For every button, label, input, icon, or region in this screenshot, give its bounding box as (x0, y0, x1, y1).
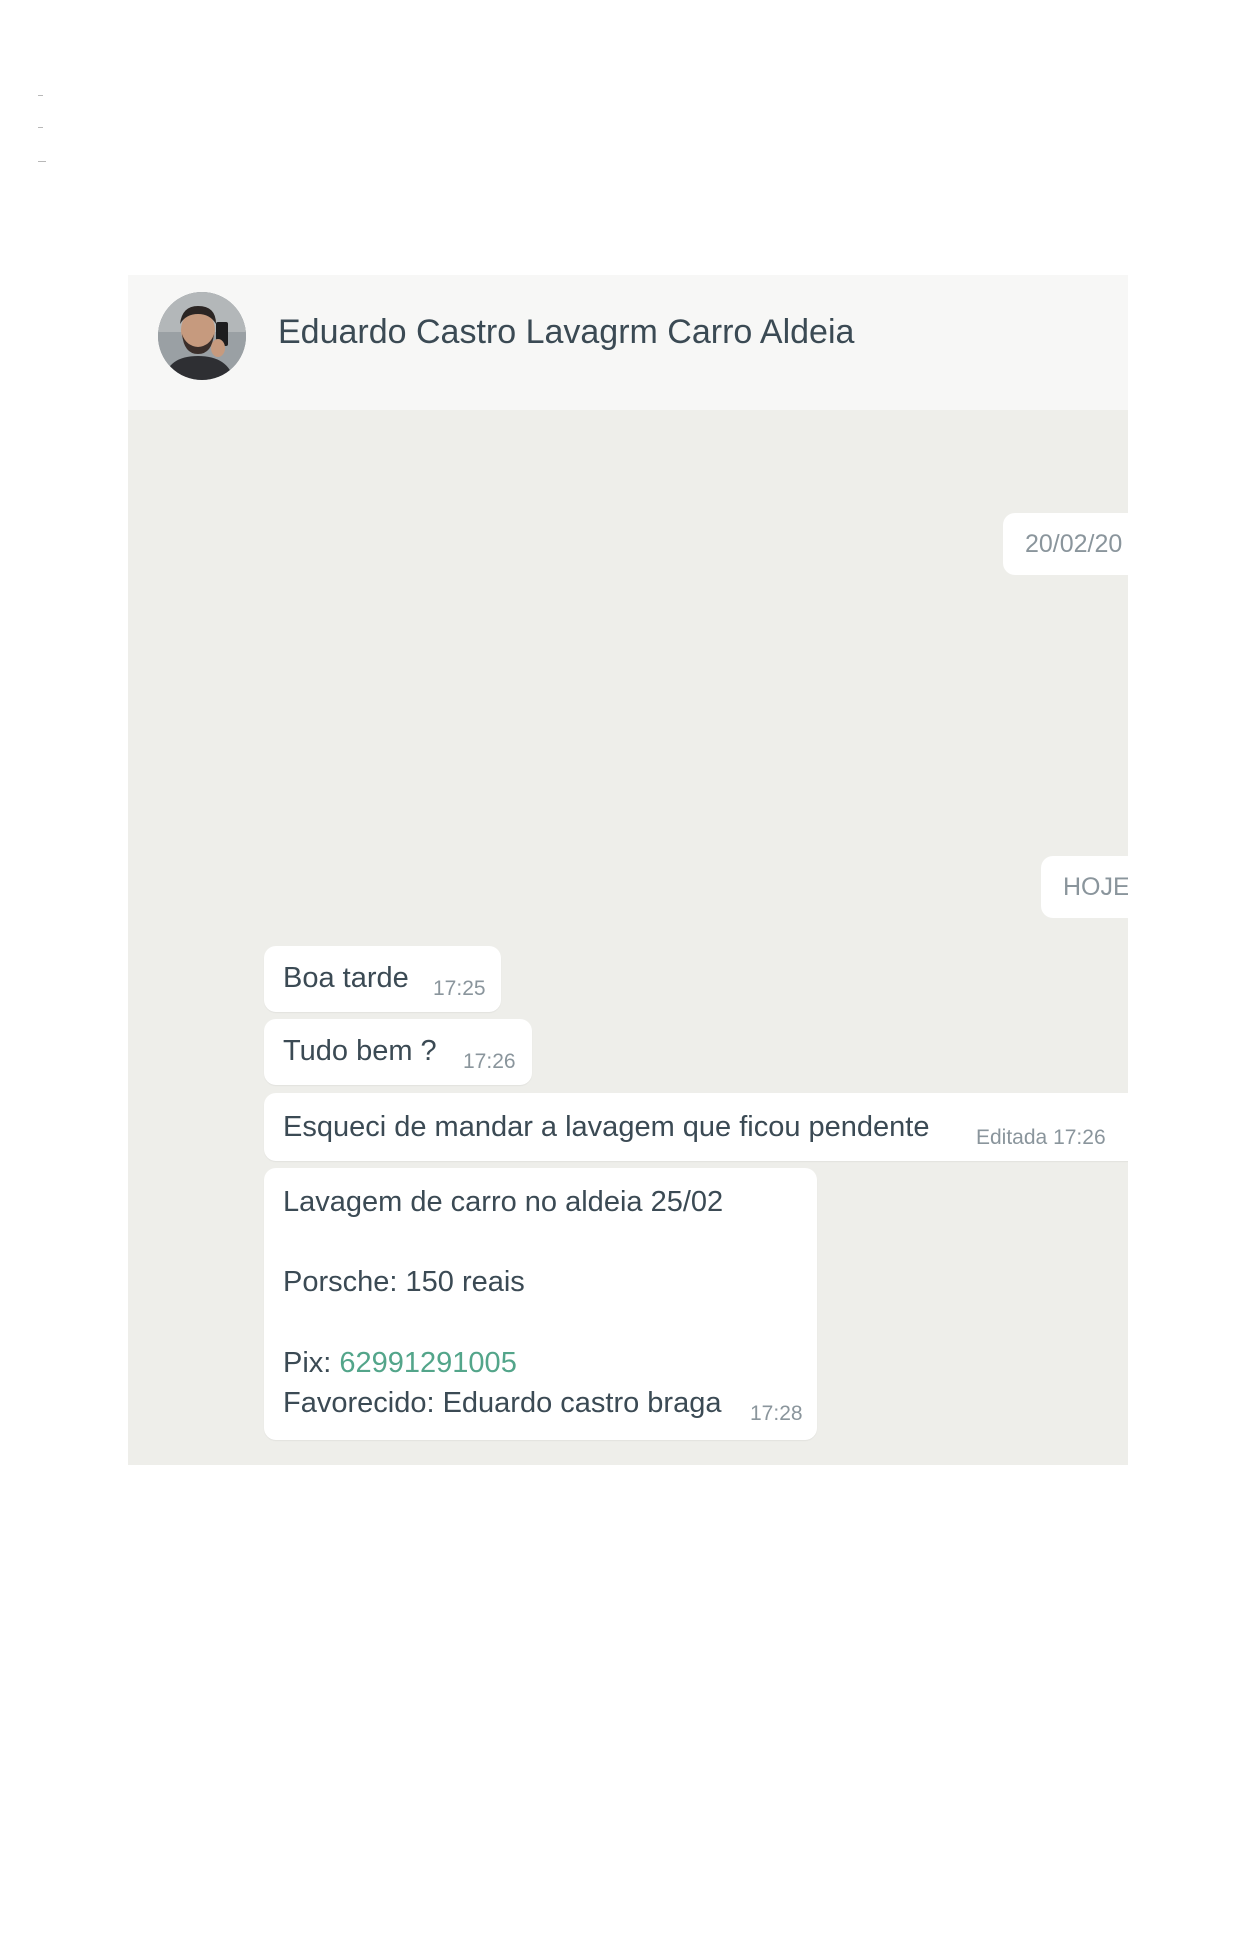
avatar-photo-icon (158, 292, 246, 380)
chat-window: Eduardo Castro Lavagrm Carro Aldeia 20/0… (128, 275, 1128, 1465)
message-text: Tudo bem ? (283, 1035, 437, 1067)
date-chip-earlier: 20/02/20 (1003, 513, 1128, 575)
message-list[interactable]: 20/02/20 HOJE Boa tarde 17:25 Tudo bem ?… (128, 410, 1128, 1465)
date-chip-earlier-label: 20/02/20 (1025, 530, 1123, 558)
message-line: Porsche: 150 reais (283, 1266, 525, 1298)
message-line: Lavagem de carro no aldeia 25/02 (283, 1186, 724, 1218)
contact-name[interactable]: Eduardo Castro Lavagrm Carro Aldeia (278, 313, 854, 352)
message-bubble[interactable]: Boa tarde 17:25 (264, 946, 501, 1012)
message-time: 17:28 (750, 1402, 803, 1425)
message-text: Boa tarde (283, 962, 409, 994)
message-bubble[interactable]: Tudo bem ? 17:26 (264, 1019, 532, 1085)
message-bubble[interactable]: Lavagem de carro no aldeia 25/02 Porsche… (264, 1168, 817, 1440)
chat-header[interactable]: Eduardo Castro Lavagrm Carro Aldeia (128, 275, 1128, 410)
edited-label: Editada (976, 1126, 1048, 1149)
pix-label: Pix: (283, 1347, 340, 1379)
date-chip-today: HOJE (1041, 856, 1128, 918)
message-time: 17:26 (1053, 1126, 1106, 1149)
message-bubble[interactable]: Esqueci de mandar a lavagem que ficou pe… (264, 1093, 1128, 1161)
avatar[interactable] (158, 292, 246, 380)
message-time: 17:26 (463, 1050, 516, 1073)
date-chip-today-label: HOJE (1063, 873, 1128, 901)
message-line: Favorecido: Eduardo castro braga (283, 1387, 722, 1419)
pix-line: Pix: 62991291005 (283, 1347, 517, 1380)
scan-marks (38, 95, 52, 175)
message-text: Esqueci de mandar a lavagem que ficou pe… (283, 1111, 930, 1143)
message-meta: Editada 17:26 (976, 1126, 1106, 1150)
pix-number-link[interactable]: 62991291005 (339, 1347, 516, 1379)
message-time: 17:25 (433, 977, 486, 1000)
